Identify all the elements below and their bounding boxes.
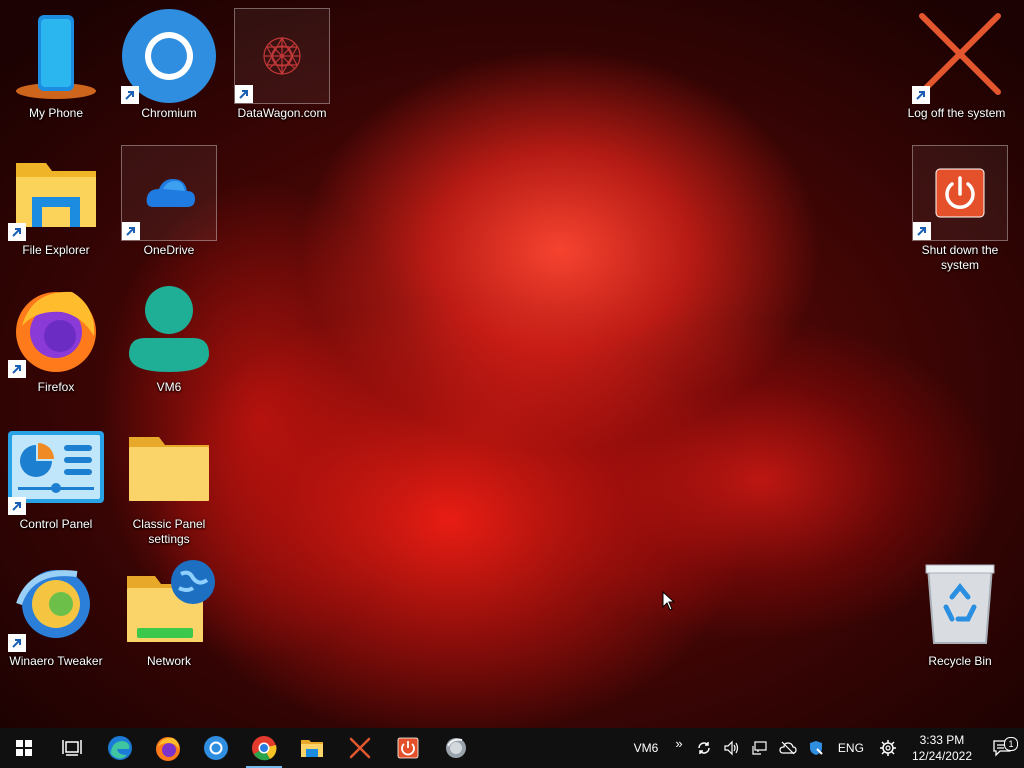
icon-label: My Phone	[28, 106, 84, 120]
taskbar-edge[interactable]	[96, 728, 144, 768]
taskbar-log-off[interactable]	[336, 728, 384, 768]
icon-label: Firefox	[37, 380, 75, 394]
shortcut-arrow-icon	[8, 634, 26, 652]
taskbar-firefox[interactable]	[144, 728, 192, 768]
desktop-icon-shut-down[interactable]: Shut down the system	[912, 145, 1008, 273]
clock-time: 3:33 PM	[919, 733, 965, 747]
desktop-icon-firefox[interactable]: Firefox	[8, 282, 104, 395]
sync-icon[interactable]	[690, 740, 718, 756]
network-status-icon[interactable]	[746, 740, 774, 756]
chrome-icon	[252, 736, 277, 761]
icon-label: Shut down the system	[921, 243, 999, 272]
shortcut-arrow-icon	[8, 223, 26, 241]
shortcut-arrow-icon	[912, 86, 930, 104]
file-explorer-icon	[301, 740, 323, 757]
firefox-icon	[8, 282, 104, 378]
onedrive-icon	[121, 145, 217, 241]
icon-label: Network	[146, 654, 191, 668]
icon-label: Control Panel	[19, 517, 93, 531]
folder-icon	[8, 145, 104, 241]
winaero-icon	[446, 738, 466, 758]
icon-label: Classic Panel settings	[132, 517, 206, 546]
desktop-icon-winaero-tweaker[interactable]: Winaero Tweaker	[8, 556, 104, 669]
shortcut-arrow-icon	[8, 360, 26, 378]
desktop-icon-recycle-bin[interactable]: Recycle Bin	[912, 556, 1008, 669]
taskbar-file-explorer[interactable]	[288, 728, 336, 768]
desktop-icon-file-explorer[interactable]: File Explorer	[8, 145, 104, 258]
recycle-bin-icon	[912, 556, 1008, 652]
tray-vm6-label[interactable]: VM6	[624, 741, 668, 755]
desktop-icon-chromium[interactable]: Chromium	[121, 8, 217, 121]
settings-gear-icon[interactable]	[872, 740, 904, 756]
icon-label: Winaero Tweaker	[9, 654, 103, 668]
chromium-icon	[121, 8, 217, 104]
shortcut-arrow-icon	[8, 497, 26, 515]
icon-label: Recycle Bin	[928, 654, 992, 668]
notification-count-badge: 1	[1004, 737, 1018, 751]
shortcut-arrow-icon	[121, 86, 139, 104]
desktop-icon-log-off[interactable]: Log off the system	[908, 8, 1008, 121]
task-view-button[interactable]	[48, 728, 96, 768]
winaero-tweaker-icon	[8, 556, 104, 652]
mouse-cursor-icon	[662, 590, 676, 616]
volume-icon[interactable]	[718, 740, 746, 756]
icon-label: File Explorer	[22, 243, 90, 257]
log-off-icon	[349, 737, 371, 759]
onedrive-offline-icon[interactable]	[774, 741, 802, 755]
network-icon	[121, 556, 217, 652]
taskbar-shut-down[interactable]	[384, 728, 432, 768]
desktop-icon-classic-panel[interactable]: Classic Panel settings	[121, 419, 217, 547]
icon-label: OneDrive	[143, 243, 195, 257]
taskbar-clock[interactable]: 3:33 PM 12/24/2022	[904, 732, 980, 764]
user-icon	[121, 282, 217, 378]
chromium-icon	[204, 736, 228, 760]
language-indicator[interactable]: ENG	[830, 741, 872, 755]
desktop-icon-vm6[interactable]: VM6	[121, 282, 217, 395]
taskbar: VM6 » ENG 3:33 PM 12/24/2022 1	[0, 728, 1024, 768]
icon-label: VM6	[156, 380, 182, 394]
security-shield-icon[interactable]	[802, 740, 830, 756]
icon-label: DataWagon.com	[237, 106, 327, 120]
power-icon	[912, 145, 1008, 241]
shortcut-arrow-icon	[235, 85, 253, 103]
clock-date: 12/24/2022	[911, 749, 972, 763]
notification-center-button[interactable]: 1	[980, 737, 1024, 757]
taskbar-winaero[interactable]	[432, 728, 480, 768]
desktop-icon-datawagon[interactable]: DataWagon.com	[234, 8, 330, 121]
icon-label: Log off the system	[907, 106, 1006, 120]
desktop-icon-my-phone[interactable]: My Phone	[8, 8, 104, 121]
firefox-icon	[156, 737, 180, 761]
shortcut-arrow-icon	[122, 222, 140, 240]
system-tray: VM6 » ENG 3:33 PM 12/24/2022 1	[624, 728, 1024, 768]
shortcut-arrow-icon	[913, 222, 931, 240]
shut-down-icon	[397, 737, 419, 759]
desktop-icon-onedrive[interactable]: OneDrive	[121, 145, 217, 258]
windows-logo-icon	[16, 740, 32, 756]
task-view-icon	[62, 740, 82, 756]
icon-label: Chromium	[141, 106, 197, 120]
datawagon-icon	[234, 8, 330, 104]
edge-icon	[108, 736, 132, 760]
control-panel-icon	[8, 419, 104, 515]
desktop-icon-control-panel[interactable]: Control Panel	[8, 419, 104, 532]
phone-icon	[8, 8, 104, 104]
taskbar-chromium[interactable]	[192, 728, 240, 768]
desktop-icon-network[interactable]: Network	[121, 556, 217, 669]
log-off-x-icon	[912, 8, 1008, 104]
start-button[interactable]	[0, 728, 48, 768]
taskbar-chrome[interactable]	[240, 728, 288, 768]
folder-icon	[121, 419, 217, 515]
tray-overflow-chevron-icon[interactable]: »	[668, 736, 690, 751]
